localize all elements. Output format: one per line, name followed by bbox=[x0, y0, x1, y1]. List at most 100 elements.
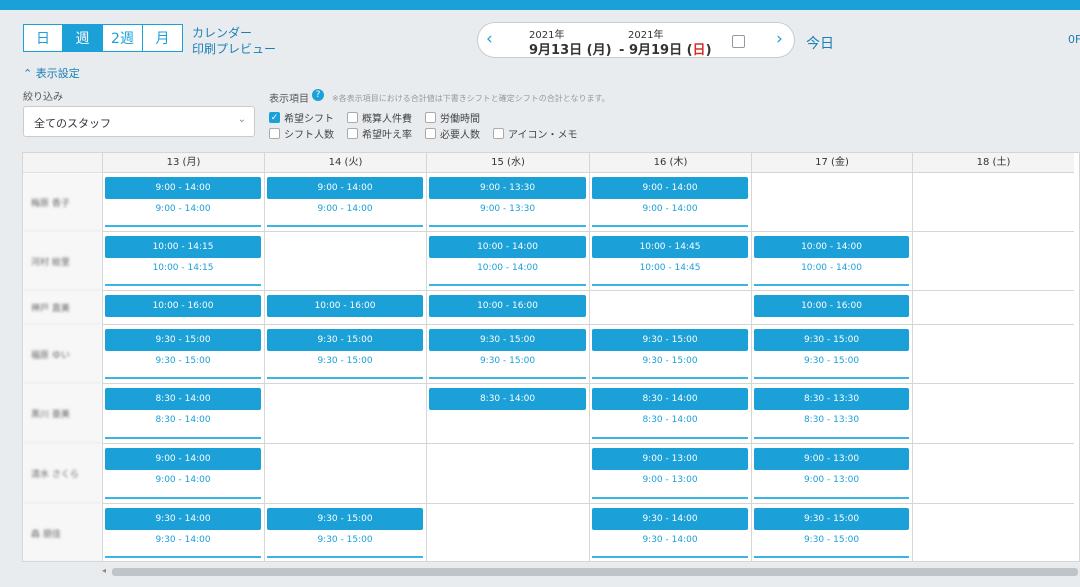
requested-shift-block[interactable]: 9:30 - 15:00 bbox=[267, 508, 423, 530]
schedule-cell[interactable]: 10:00 - 14:45 10:00 - 14:45 bbox=[589, 232, 751, 291]
schedule-cell[interactable] bbox=[912, 384, 1074, 444]
schedule-cell[interactable] bbox=[426, 444, 589, 504]
schedule-cell[interactable]: 10:00 - 16:00 bbox=[751, 291, 912, 325]
checkbox-item[interactable]: 必要人数 bbox=[425, 126, 480, 141]
requested-shift-block[interactable]: 10:00 - 14:15 bbox=[105, 236, 261, 258]
confirmed-shift-time[interactable]: 10:00 - 14:15 bbox=[105, 263, 261, 273]
requested-shift-block[interactable]: 9:30 - 15:00 bbox=[754, 508, 909, 530]
schedule-cell[interactable]: 8:30 - 14:00 8:30 - 14:00 bbox=[589, 384, 751, 444]
confirmed-shift-time[interactable]: 9:00 - 14:00 bbox=[592, 204, 748, 214]
requested-shift-block[interactable]: 8:30 - 13:30 bbox=[754, 388, 909, 410]
checkbox-unchecked-icon[interactable] bbox=[347, 112, 358, 123]
requested-shift-block[interactable]: 9:00 - 13:30 bbox=[429, 177, 586, 199]
schedule-cell[interactable] bbox=[264, 384, 426, 444]
view-2week-button[interactable]: 2週 bbox=[103, 24, 143, 52]
schedule-cell[interactable]: 10:00 - 14:15 10:00 - 14:15 bbox=[102, 232, 264, 291]
checkbox-item[interactable]: 労働時間 bbox=[425, 110, 480, 125]
confirmed-shift-time[interactable]: 9:30 - 15:00 bbox=[754, 535, 909, 545]
confirmed-shift-time[interactable]: 9:00 - 13:00 bbox=[754, 475, 909, 485]
checkbox-unchecked-icon[interactable] bbox=[425, 112, 436, 123]
confirmed-shift-time[interactable]: 9:30 - 14:00 bbox=[592, 535, 748, 545]
requested-shift-block[interactable]: 9:30 - 14:00 bbox=[105, 508, 261, 530]
confirmed-shift-time[interactable]: 9:30 - 14:00 bbox=[105, 535, 261, 545]
schedule-cell[interactable]: 9:00 - 13:00 9:00 - 13:00 bbox=[751, 444, 912, 504]
requested-shift-block[interactable]: 10:00 - 14:00 bbox=[429, 236, 586, 258]
requested-shift-block[interactable]: 8:30 - 14:00 bbox=[105, 388, 261, 410]
today-button[interactable]: 今日 bbox=[806, 33, 834, 53]
view-day-button[interactable]: 日 bbox=[23, 24, 63, 52]
checkbox-unchecked-icon[interactable] bbox=[425, 128, 436, 139]
staff-filter-select[interactable]: 全てのスタッフ ⌄ bbox=[23, 106, 255, 137]
confirmed-shift-time[interactable]: 9:30 - 15:00 bbox=[429, 356, 586, 366]
staff-name[interactable]: 神戸 直美 bbox=[23, 291, 102, 325]
print-preview-link[interactable]: 印刷プレビュー bbox=[192, 40, 276, 57]
requested-shift-block[interactable]: 10:00 - 14:45 bbox=[592, 236, 748, 258]
checkbox-item[interactable]: ✓ 希望シフト bbox=[269, 110, 334, 125]
schedule-cell[interactable]: 9:30 - 15:00 9:30 - 15:00 bbox=[751, 504, 912, 561]
schedule-cell[interactable] bbox=[912, 232, 1074, 291]
schedule-cell[interactable] bbox=[912, 444, 1074, 504]
schedule-cell[interactable]: 9:30 - 15:00 9:30 - 15:00 bbox=[102, 325, 264, 384]
view-week-button[interactable]: 週 bbox=[63, 24, 103, 52]
confirmed-shift-time[interactable]: 9:00 - 13:30 bbox=[429, 204, 586, 214]
help-icon[interactable]: ? bbox=[312, 89, 324, 101]
checkbox-item[interactable]: 概算人件費 bbox=[347, 110, 412, 125]
next-week-arrow-icon[interactable]: › bbox=[776, 29, 783, 49]
schedule-cell[interactable]: 9:30 - 15:00 9:30 - 15:00 bbox=[426, 325, 589, 384]
schedule-cell[interactable] bbox=[264, 444, 426, 504]
display-settings-toggle[interactable]: ⌃ 表示設定 bbox=[23, 65, 80, 81]
confirmed-shift-time[interactable]: 9:30 - 15:00 bbox=[267, 356, 423, 366]
checkbox-checked-icon[interactable]: ✓ bbox=[269, 112, 280, 123]
staff-name[interactable]: 黒川 亜美 bbox=[23, 384, 102, 444]
schedule-cell[interactable]: 9:30 - 15:00 9:30 - 15:00 bbox=[264, 325, 426, 384]
scroll-left-icon[interactable]: ◂ bbox=[102, 566, 106, 575]
requested-shift-block[interactable]: 8:30 - 14:00 bbox=[592, 388, 748, 410]
schedule-cell[interactable]: 9:00 - 14:00 9:00 - 14:00 bbox=[102, 444, 264, 504]
schedule-cell[interactable] bbox=[912, 173, 1074, 232]
confirmed-shift-time[interactable]: 10:00 - 14:45 bbox=[592, 263, 748, 273]
confirmed-shift-time[interactable]: 9:30 - 15:00 bbox=[267, 535, 423, 545]
schedule-cell[interactable]: 8:30 - 14:00 8:30 - 14:00 bbox=[102, 384, 264, 444]
requested-shift-block[interactable]: 8:30 - 14:00 bbox=[429, 388, 586, 410]
confirmed-shift-time[interactable]: 8:30 - 13:30 bbox=[754, 415, 909, 425]
view-month-button[interactable]: 月 bbox=[143, 24, 183, 52]
confirmed-shift-time[interactable]: 9:00 - 14:00 bbox=[105, 475, 261, 485]
requested-shift-block[interactable]: 10:00 - 16:00 bbox=[267, 295, 423, 317]
schedule-cell[interactable]: 9:00 - 14:00 9:00 - 14:00 bbox=[589, 173, 751, 232]
confirmed-shift-time[interactable]: 10:00 - 14:00 bbox=[754, 263, 909, 273]
requested-shift-block[interactable]: 9:00 - 14:00 bbox=[105, 177, 261, 199]
schedule-cell[interactable]: 8:30 - 13:30 8:30 - 13:30 bbox=[751, 384, 912, 444]
prev-week-arrow-icon[interactable]: ‹ bbox=[486, 29, 493, 49]
calendar-link[interactable]: カレンダー bbox=[192, 24, 252, 41]
confirmed-shift-time[interactable]: 8:30 - 14:00 bbox=[105, 415, 261, 425]
staff-name[interactable]: 河村 絵里 bbox=[23, 232, 102, 291]
horizontal-scrollbar[interactable]: ◂ bbox=[100, 566, 1080, 578]
schedule-cell[interactable]: 9:00 - 14:00 9:00 - 14:00 bbox=[264, 173, 426, 232]
requested-shift-block[interactable]: 9:30 - 15:00 bbox=[429, 329, 586, 351]
schedule-cell[interactable]: 10:00 - 14:00 10:00 - 14:00 bbox=[426, 232, 589, 291]
staff-name[interactable]: 梅原 香子 bbox=[23, 173, 102, 232]
requested-shift-block[interactable]: 9:30 - 15:00 bbox=[754, 329, 909, 351]
requested-shift-block[interactable]: 9:30 - 15:00 bbox=[267, 329, 423, 351]
checkbox-item[interactable]: アイコン・メモ bbox=[493, 126, 578, 141]
schedule-cell[interactable]: 9:00 - 13:00 9:00 - 13:00 bbox=[589, 444, 751, 504]
checkbox-unchecked-icon[interactable] bbox=[347, 128, 358, 139]
requested-shift-block[interactable]: 9:00 - 14:00 bbox=[105, 448, 261, 470]
schedule-cell[interactable]: 9:30 - 15:00 9:30 - 15:00 bbox=[264, 504, 426, 561]
confirmed-shift-time[interactable]: 9:30 - 15:00 bbox=[592, 356, 748, 366]
confirmed-shift-time[interactable]: 9:30 - 15:00 bbox=[105, 356, 261, 366]
staff-name[interactable]: 清水 さくら bbox=[23, 444, 102, 504]
requested-shift-block[interactable]: 9:00 - 14:00 bbox=[267, 177, 423, 199]
confirmed-shift-time[interactable]: 10:00 - 14:00 bbox=[429, 263, 586, 273]
schedule-cell[interactable] bbox=[426, 504, 589, 561]
schedule-cell[interactable]: 8:30 - 14:00 bbox=[426, 384, 589, 444]
schedule-cell[interactable] bbox=[912, 291, 1074, 325]
schedule-cell[interactable]: 9:00 - 13:30 9:00 - 13:30 bbox=[426, 173, 589, 232]
checkbox-unchecked-icon[interactable] bbox=[269, 128, 280, 139]
schedule-cell[interactable]: 9:30 - 14:00 9:30 - 14:00 bbox=[102, 504, 264, 561]
staff-name[interactable]: 森 朋佳 bbox=[23, 504, 102, 561]
schedule-cell[interactable] bbox=[589, 291, 751, 325]
schedule-cell[interactable] bbox=[751, 173, 912, 232]
requested-shift-block[interactable]: 9:30 - 15:00 bbox=[592, 329, 748, 351]
schedule-cell[interactable]: 10:00 - 16:00 bbox=[102, 291, 264, 325]
